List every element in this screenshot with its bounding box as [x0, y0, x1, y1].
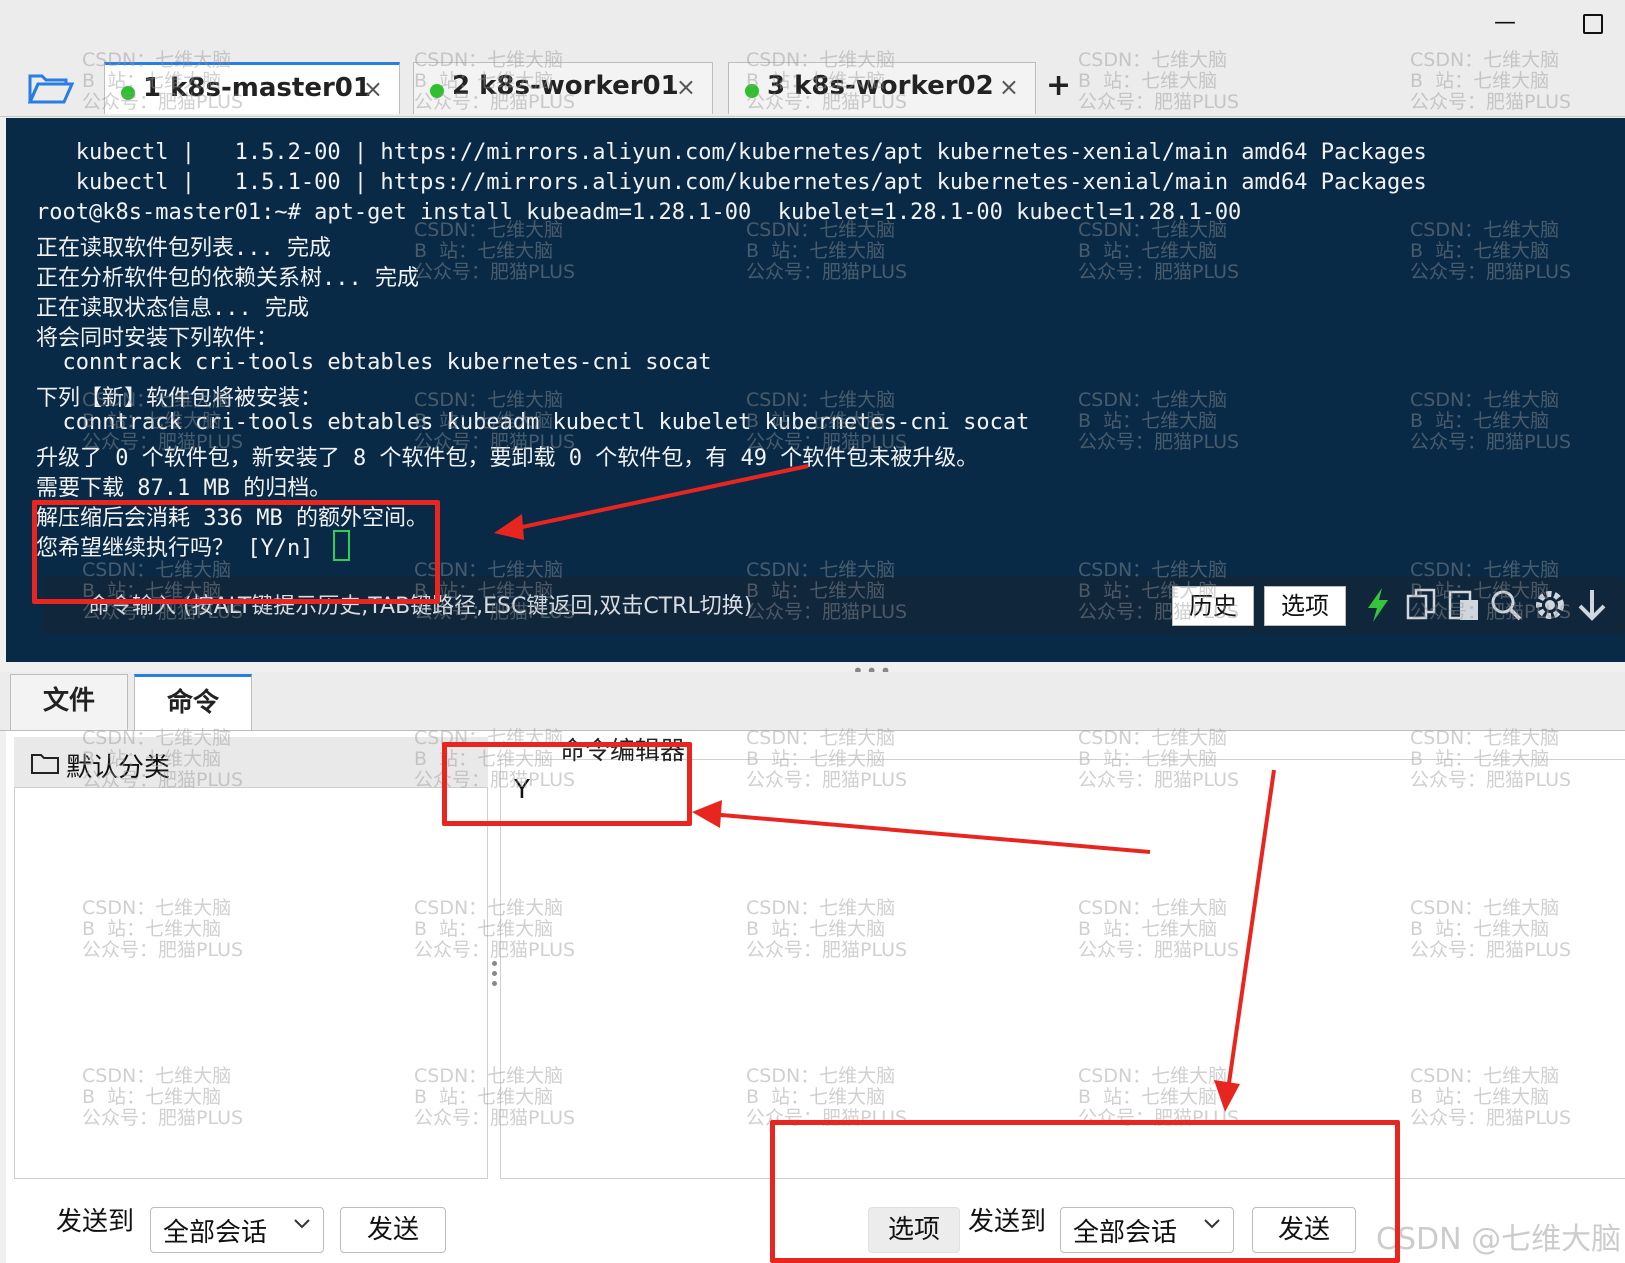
- chevron-down-icon: [294, 1219, 310, 1229]
- category-header[interactable]: 默认分类: [14, 737, 488, 787]
- terminal-line: 正在分析软件包的依赖关系树... 完成: [36, 266, 419, 291]
- close-icon[interactable]: ×: [676, 73, 696, 101]
- folder-icon: [31, 754, 59, 774]
- annotation-box-editor: [442, 742, 692, 826]
- options-button[interactable]: 选项: [1264, 586, 1346, 626]
- search-icon[interactable]: [1488, 586, 1524, 624]
- history-button[interactable]: 历史: [1172, 586, 1254, 626]
- send-target-value: 全部会话: [163, 1218, 268, 1248]
- terminal-line: conntrack cri-tools ebtables kubernetes-…: [36, 350, 712, 375]
- session-connected-icon: [745, 84, 759, 98]
- folder-open-icon[interactable]: [28, 70, 74, 104]
- maximize-icon: [1583, 14, 1603, 34]
- copy-icon[interactable]: [1404, 586, 1440, 624]
- terminal-line: root@k8s-master01:~# apt-get install kub…: [36, 200, 1242, 225]
- terminal-line: 升级了 0 个软件包，新安装了 8 个软件包，要卸载 0 个软件包，有 49 个…: [36, 446, 979, 471]
- terminal-line: 需要下载 87.1 MB 的归档。: [36, 476, 332, 501]
- close-icon[interactable]: ×: [999, 73, 1019, 101]
- annotation-box-prompt: [32, 500, 440, 604]
- terminal-line: 将会同时安装下列软件：: [36, 326, 279, 351]
- session-connected-icon: [121, 86, 135, 100]
- panel-tabs: 文件 命令: [0, 672, 1625, 731]
- annotation-box-send-controls: [770, 1120, 1400, 1263]
- send-target-select-left[interactable]: 全部会话: [150, 1207, 324, 1253]
- add-tab-button[interactable]: +: [1046, 68, 1071, 103]
- send-to-label: 发送到: [56, 1207, 135, 1237]
- command-list[interactable]: [14, 787, 488, 1179]
- tab-k8s-master01[interactable]: 1 k8s-master01 ×: [104, 62, 400, 114]
- tab-label: 2 k8s-worker01: [452, 71, 679, 101]
- minimize-button[interactable]: —: [1490, 8, 1520, 38]
- paste-icon[interactable]: [1446, 586, 1482, 624]
- session-connected-icon: [430, 84, 444, 98]
- session-tab-strip: 1 k8s-master01 × 2 k8s-worker01 × 3 k8s-…: [0, 50, 1625, 117]
- arrow-down-icon[interactable]: [1574, 586, 1610, 624]
- vertical-splitter[interactable]: [492, 961, 498, 991]
- tab-files[interactable]: 文件: [10, 674, 128, 730]
- terminal-line: conntrack cri-tools ebtables kubeadm kub…: [36, 410, 1030, 435]
- category-label: 默认分类: [66, 753, 171, 783]
- tab-commands[interactable]: 命令: [134, 674, 252, 730]
- watermark-corner: CSDN @七维大脑: [1376, 1222, 1622, 1257]
- tab-k8s-worker02[interactable]: 3 k8s-worker02 ×: [728, 62, 1036, 114]
- gear-icon[interactable]: [1532, 586, 1568, 624]
- close-icon[interactable]: ×: [363, 75, 383, 103]
- tab-k8s-worker01[interactable]: 2 k8s-worker01 ×: [413, 62, 713, 114]
- send-button-left[interactable]: 发送: [340, 1207, 446, 1253]
- lightning-icon[interactable]: [1360, 586, 1396, 624]
- terminal-line: kubectl | 1.5.2-00 | https://mirrors.ali…: [36, 140, 1427, 165]
- tab-label: 3 k8s-worker02: [767, 71, 994, 101]
- maximize-button[interactable]: [1578, 8, 1608, 38]
- terminal-line: 正在读取状态信息... 完成: [36, 296, 309, 321]
- terminal-line: 下列【新】软件包将被安装：: [36, 386, 323, 411]
- window-titlebar: —: [0, 0, 1625, 50]
- terminal-line: 正在读取软件包列表... 完成: [36, 236, 331, 261]
- terminal-line: kubectl | 1.5.1-00 | https://mirrors.ali…: [36, 170, 1427, 195]
- tab-label: 1 k8s-master01: [143, 73, 371, 103]
